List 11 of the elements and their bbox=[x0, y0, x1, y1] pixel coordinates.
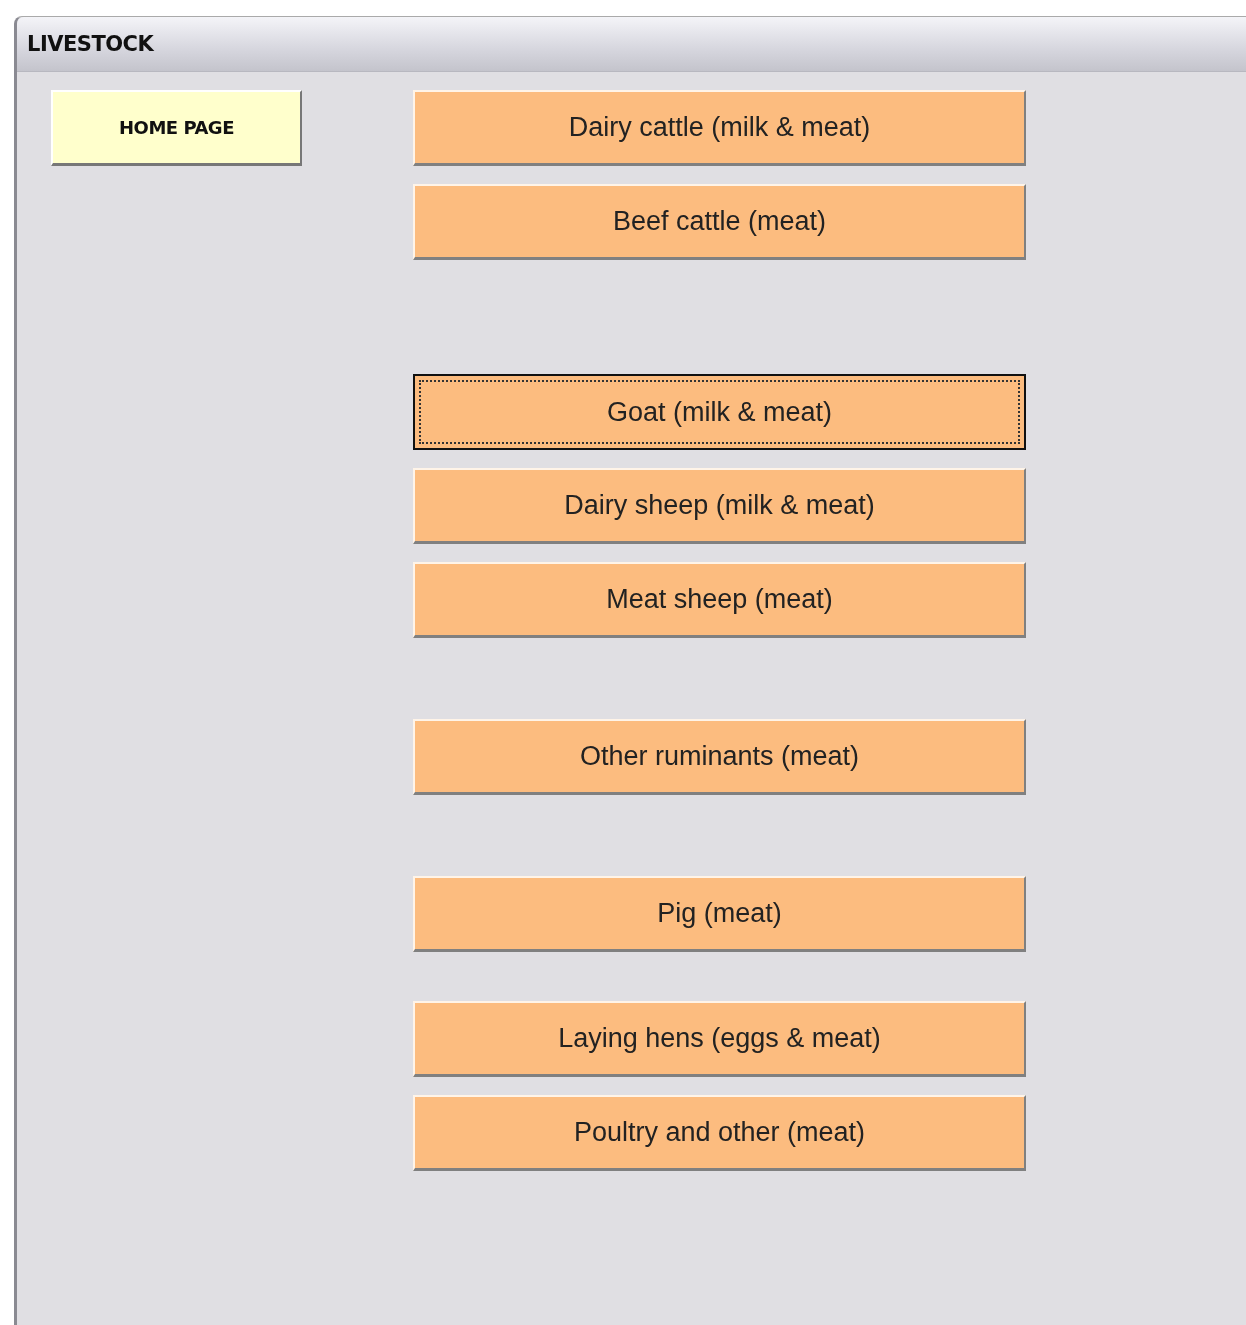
window-title: LIVESTOCK bbox=[27, 32, 154, 56]
livestock-button[interactable]: Other ruminants (meat) bbox=[413, 719, 1026, 795]
livestock-button[interactable]: Laying hens (eggs & meat) bbox=[413, 1001, 1026, 1077]
livestock-button[interactable]: Dairy cattle (milk & meat) bbox=[413, 90, 1026, 166]
livestock-button[interactable]: Meat sheep (meat) bbox=[413, 562, 1026, 638]
livestock-button[interactable]: Dairy sheep (milk & meat) bbox=[413, 468, 1026, 544]
livestock-button[interactable]: Beef cattle (meat) bbox=[413, 184, 1026, 260]
livestock-button[interactable]: Goat (milk & meat) bbox=[413, 374, 1026, 450]
livestock-button[interactable]: Pig (meat) bbox=[413, 876, 1026, 952]
home-page-button[interactable]: HOME PAGE bbox=[51, 90, 302, 166]
livestock-button[interactable]: Poultry and other (meat) bbox=[413, 1095, 1026, 1171]
